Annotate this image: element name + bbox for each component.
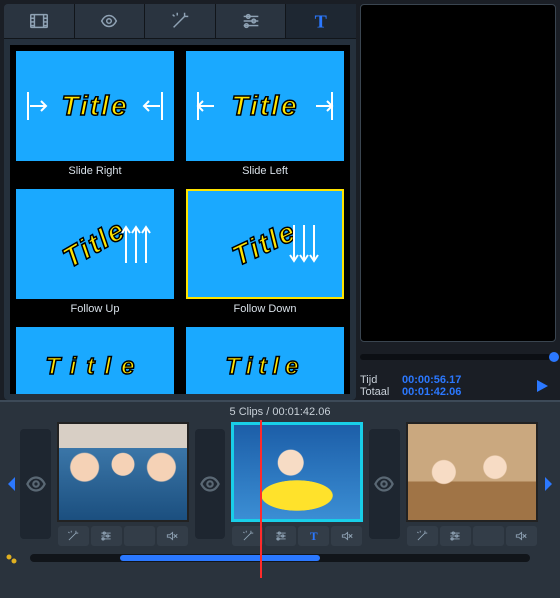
storyboard-header: 5 Clips / 00:01:42.06 xyxy=(0,406,560,422)
clip-effects-button[interactable] xyxy=(58,526,89,546)
browser-tabbar xyxy=(4,4,356,39)
clip-thumbnail[interactable] xyxy=(231,422,363,522)
preset-title-word: Title xyxy=(231,90,298,122)
effects-tab[interactable] xyxy=(145,4,216,38)
transition-slot[interactable] xyxy=(20,429,50,539)
title-preset-spread-b[interactable]: Title xyxy=(180,321,350,394)
preset-title-word: Title xyxy=(61,90,128,122)
total-label: Totaal xyxy=(360,386,402,398)
title-preset-grid[interactable]: Title Slide Right Title xyxy=(10,45,350,394)
preset-caption: Slide Right xyxy=(16,161,174,181)
clip-thumbnail[interactable] xyxy=(57,422,189,522)
title-preset-slide-left[interactable]: Title Slide Left xyxy=(180,45,350,183)
time-value: 00:00:56.17 xyxy=(402,374,461,386)
clip-effects-button[interactable] xyxy=(232,526,263,546)
clip-thumbnail[interactable] xyxy=(406,422,538,522)
preset-title-word: Title xyxy=(226,353,305,381)
preset-caption: Slide Left xyxy=(186,161,344,181)
transitions-tab[interactable] xyxy=(75,4,146,38)
time-label: Tijd xyxy=(360,374,402,386)
storyboard: 5 Clips / 00:01:42.06 xyxy=(0,400,560,598)
clip-adjust-button[interactable] xyxy=(91,526,122,546)
transition-slot[interactable] xyxy=(195,429,225,539)
title-preset-follow-down[interactable]: Title Follow Down xyxy=(180,183,350,321)
marker-icon xyxy=(6,552,18,570)
total-value: 00:01:42.06 xyxy=(402,386,461,398)
preview-viewport[interactable] xyxy=(360,4,556,342)
clip-title-button[interactable] xyxy=(124,526,155,546)
clip-adjust-button[interactable] xyxy=(440,526,471,546)
clip-adjust-button[interactable] xyxy=(265,526,296,546)
clip-slot[interactable] xyxy=(406,422,538,546)
clip-mute-button[interactable] xyxy=(157,526,188,546)
play-button[interactable] xyxy=(528,372,556,400)
preset-caption: Follow Up xyxy=(16,299,174,319)
clip-title-button[interactable] xyxy=(298,526,329,546)
titles-tab[interactable] xyxy=(286,4,356,38)
clip-mute-button[interactable] xyxy=(506,526,537,546)
transition-slot[interactable] xyxy=(369,429,399,539)
adjust-tab[interactable] xyxy=(216,4,287,38)
playhead[interactable] xyxy=(260,420,262,578)
storyboard-prev-button[interactable] xyxy=(4,476,18,492)
clip-effects-button[interactable] xyxy=(407,526,438,546)
clip-slot[interactable] xyxy=(231,422,363,546)
storyboard-scrollbar[interactable] xyxy=(30,554,530,562)
clip-title-button[interactable] xyxy=(473,526,504,546)
title-preset-follow-up[interactable]: Title Follow Up xyxy=(10,183,180,321)
clip-mute-button[interactable] xyxy=(331,526,362,546)
title-preset-spread-a[interactable]: Title xyxy=(10,321,180,394)
preview-seekbar[interactable] xyxy=(360,348,556,366)
title-preset-slide-right[interactable]: Title Slide Right xyxy=(10,45,180,183)
clip-slot[interactable] xyxy=(57,422,189,546)
storyboard-next-button[interactable] xyxy=(542,476,556,492)
clips-tab[interactable] xyxy=(4,4,75,38)
preview-panel: Tijd 00:00:56.17 Totaal 00:01:42.06 xyxy=(360,4,556,400)
effect-browser: Title Slide Right Title xyxy=(4,4,356,400)
scrollbar-handle[interactable] xyxy=(120,555,320,561)
preset-caption: Follow Down xyxy=(186,299,344,319)
preset-title-word: Title xyxy=(46,353,145,381)
